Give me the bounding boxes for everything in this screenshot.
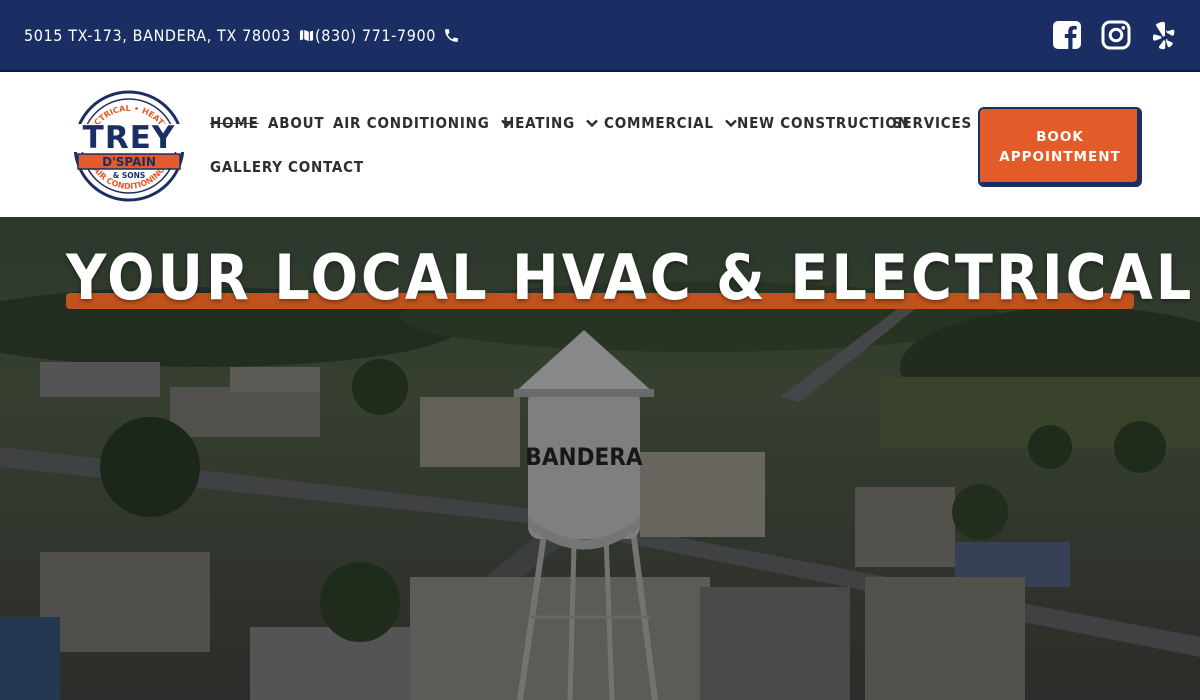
nav-about[interactable]: ABOUT [268, 114, 324, 132]
nav-commercial[interactable]: COMMERCIAL [604, 114, 738, 132]
site-header: ELECTRICAL • HEATING AIR CONDITIONING TR… [0, 74, 1200, 217]
nav-home[interactable]: HOME [210, 114, 259, 132]
hero-title: YOUR LOCAL HVAC & ELECTRICAL PROS [66, 241, 1200, 314]
logo-sub: & SONS [113, 171, 146, 180]
address-link[interactable]: 5015 TX-173, BANDERA, TX 78003 [24, 26, 315, 45]
logo-banner: D'SPAIN [102, 155, 156, 169]
book-appointment-button[interactable]: BOOK APPOINTMENT [980, 109, 1140, 185]
hero-section: BANDERA YOUR LOCAL HVAC & ELECTRICAL PRO… [0, 217, 1200, 700]
instagram-icon[interactable] [1101, 20, 1131, 50]
phone-icon [445, 29, 458, 42]
yelp-icon[interactable] [1149, 20, 1179, 50]
address-text: 5015 TX-173, BANDERA, TX 78003 [24, 26, 291, 45]
nav-heating[interactable]: HEATING [503, 114, 599, 132]
nav-contact[interactable]: CONTACT [288, 158, 364, 176]
phone-link[interactable]: (830) 771-7900 [315, 26, 460, 45]
company-logo[interactable]: ELECTRICAL • HEATING AIR CONDITIONING TR… [66, 90, 192, 202]
phone-text: (830) 771-7900 [315, 26, 436, 45]
nav-new-construction[interactable]: NEW CONSTRUCTION [737, 114, 910, 132]
top-bar: 5015 TX-173, BANDERA, TX 78003 (830) 771… [0, 0, 1200, 72]
chevron-down-icon [724, 119, 737, 128]
map-icon [298, 28, 314, 43]
nav-services[interactable]: SERVICES [892, 114, 972, 132]
facebook-icon[interactable] [1052, 20, 1082, 50]
chevron-down-icon [586, 119, 598, 128]
nav-gallery[interactable]: GALLERY [210, 158, 283, 176]
logo-name: TREY [83, 120, 176, 156]
nav-air-conditioning[interactable]: AIR CONDITIONING [333, 114, 514, 132]
